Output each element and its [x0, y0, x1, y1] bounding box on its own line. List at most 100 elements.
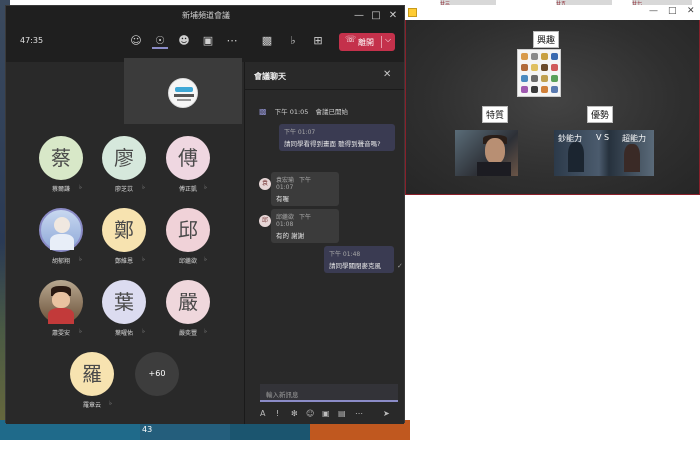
phone-icon: ☏ — [345, 35, 357, 45]
vs-left-text: 鈔能力 — [558, 134, 582, 143]
participant-name: 蔡爾謙 — [51, 186, 70, 193]
participant-name: 葉曜佑 — [114, 330, 133, 337]
chat-message[interactable]: 袁宏瑜 下午 01:07 有喔 — [271, 172, 339, 206]
message-time: 下午 01:48 — [329, 251, 361, 258]
chat-panel — [244, 62, 404, 424]
label-traits: 特質 — [482, 106, 509, 123]
format-icon[interactable]: A — [260, 409, 265, 418]
close-window-icon[interactable]: ✕ — [687, 6, 695, 16]
more-compose-icon[interactable]: ⋯ — [355, 409, 363, 418]
mic-muted-icon: ♭ — [204, 328, 207, 335]
participant-avatar[interactable]: 蔡 — [39, 136, 83, 180]
label-advantages: 優勢 — [587, 106, 614, 123]
meeting-started-event: ▩ 下午 01:05 會議已開始 — [259, 106, 348, 116]
participant-avatar[interactable]: 羅 — [70, 352, 114, 396]
camera-off-icon[interactable]: ▩ — [259, 33, 275, 49]
screen: 廿三 廿五 廿七 43 新埔頻道會議 — □ ✕ 47:35 ☺ ☉ ☻ ▣ ⋯… — [0, 0, 700, 461]
chevron-down-icon[interactable]: ⌵ — [385, 35, 391, 45]
participant-name: 廖芝苡 — [114, 186, 133, 193]
more-participants-button[interactable]: +60 — [135, 352, 179, 396]
participant-name: 胡郁翔 — [51, 258, 70, 265]
important-icon[interactable]: ! — [276, 409, 279, 418]
app-icon — [408, 8, 417, 17]
avatar-initial: 蔡 — [51, 146, 71, 170]
presentation-title-bar: — □ ✕ — [405, 5, 700, 20]
mic-muted-icon: ♭ — [79, 184, 82, 191]
message-text: 請同學關閉麥克風 — [329, 262, 381, 270]
emoji-icon[interactable]: ☺ — [306, 409, 314, 418]
mic-muted-icon: ♭ — [142, 184, 145, 191]
reactions-icon[interactable]: ☻ — [176, 33, 192, 49]
chat-message[interactable]: 邱繼欲 下午 01:08 有的 謝謝 — [271, 209, 339, 243]
participant-avatar[interactable]: 廖 — [102, 136, 146, 180]
share-tray-icon[interactable]: ⊞ — [310, 33, 326, 49]
participant-photo-avatar[interactable] — [39, 208, 83, 252]
sender-avatar: 邱 — [259, 215, 271, 227]
avatar-initial: 嚴 — [178, 290, 198, 314]
close-chat-icon[interactable]: ✕ — [383, 69, 391, 80]
mic-muted-icon: ♭ — [79, 256, 82, 263]
participant-avatar[interactable]: 葉 — [102, 280, 146, 324]
slide-photo-vs: 鈔能力 V S 超能力 — [554, 130, 654, 176]
minimize-icon[interactable]: — — [352, 9, 366, 23]
participant-name: 蕭雯安 — [51, 330, 70, 337]
share-icon[interactable]: ▣ — [200, 33, 216, 49]
mic-muted-icon: ♭ — [142, 328, 145, 335]
chat-message-mine[interactable]: 下午 01:48 請同學關閉麥克風 — [324, 246, 394, 273]
chat-icon[interactable]: ☉ — [152, 33, 168, 49]
taskbar-number: 43 — [142, 425, 153, 434]
gif-icon[interactable]: ▣ — [322, 409, 330, 418]
leave-label: 離開 — [358, 38, 374, 47]
message-text: 有喔 — [276, 195, 289, 203]
vs-mid-text: V S — [596, 133, 610, 142]
participant-photo-avatar[interactable] — [39, 280, 83, 324]
avatar-initial: 廖 — [114, 146, 134, 170]
chat-title: 會議聊天 — [254, 72, 286, 81]
avatar-body — [48, 308, 74, 324]
attach-icon[interactable]: ❇ — [291, 409, 298, 418]
participant-name: 邱繼欲 — [178, 258, 197, 265]
mic-muted-icon: ♭ — [79, 328, 82, 335]
mic-muted-icon: ♭ — [142, 256, 145, 263]
message-input[interactable]: 輸入新訊息 — [260, 384, 398, 402]
avatar-initial: 羅 — [82, 362, 102, 386]
message-text: 有的 謝謝 — [276, 232, 305, 240]
message-time: 下午 01:07 — [284, 129, 316, 136]
video-camera-icon: ▩ — [259, 107, 267, 116]
chat-divider — [244, 89, 404, 90]
close-window-icon[interactable]: ✕ — [386, 9, 400, 23]
participant-avatar[interactable]: 鄭 — [102, 208, 146, 252]
message-text: 請同學看得到畫面 聽得到聲音嗎? — [284, 140, 381, 148]
participant-avatar[interactable]: 傅 — [166, 136, 210, 180]
participants-icon[interactable]: ☺ — [128, 33, 144, 49]
meeting-window: 新埔頻道會議 — □ ✕ 47:35 ☺ ☉ ☻ ▣ ⋯ ▩ ♭ ⊞ ☏ 離開 … — [5, 5, 405, 424]
message-sender: 邱繼欲 — [276, 214, 295, 221]
meeting-timer: 47:35 — [20, 36, 44, 45]
minimize-icon[interactable]: — — [649, 6, 658, 16]
mic-muted-icon: ♭ — [204, 184, 207, 191]
avatar-face — [52, 292, 70, 308]
sticker-icon[interactable]: ▤ — [338, 409, 346, 418]
more-actions-icon[interactable]: ⋯ — [224, 33, 240, 49]
leave-button[interactable]: ☏ 離開 ⌵ — [339, 33, 395, 51]
participant-name: 傅正凱 — [178, 186, 197, 193]
school-logo-icon — [168, 78, 198, 108]
mic-off-icon[interactable]: ♭ — [285, 33, 301, 49]
mic-muted-icon: ♭ — [204, 256, 207, 263]
event-time: 下午 01:05 — [274, 108, 309, 116]
hobby-icons-grid — [517, 49, 561, 97]
vs-right-text: 超能力 — [622, 134, 646, 143]
avatar-face — [54, 217, 70, 233]
avatar-initial: 葉 — [114, 290, 134, 314]
participant-avatar[interactable]: 邱 — [166, 208, 210, 252]
slide-photo-person — [455, 130, 518, 176]
participant-name: 嚴奕豐 — [178, 330, 197, 337]
send-icon[interactable]: ➤ — [383, 409, 390, 418]
label-interest: 興趣 — [533, 31, 560, 48]
maximize-icon[interactable]: □ — [369, 9, 383, 23]
participant-avatar[interactable]: 嚴 — [166, 280, 210, 324]
chat-message-mine[interactable]: 下午 01:07 請同學看得到畫面 聽得到聲音嗎? — [279, 124, 395, 151]
leave-divider — [381, 36, 382, 48]
maximize-icon[interactable]: □ — [668, 6, 677, 16]
avatar-body — [50, 234, 74, 250]
